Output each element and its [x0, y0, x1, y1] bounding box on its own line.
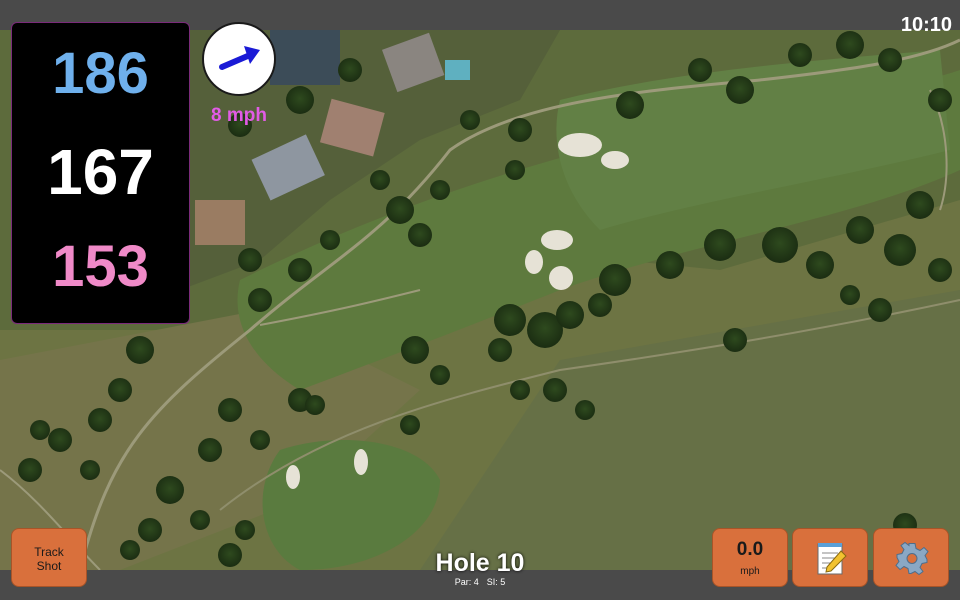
speed-unit: mph — [740, 566, 760, 577]
track-shot-label: Track Shot — [34, 545, 64, 573]
hole-title: Hole 10 — [435, 549, 525, 577]
yardage-panel: 186 167 153 — [11, 22, 190, 324]
hole-info: Par: 4 SI: 5 — [380, 577, 580, 587]
clock: 10:10 — [900, 14, 952, 36]
front-yardage: 153 — [52, 234, 149, 299]
hole-stroke-index: SI: 5 — [486, 577, 506, 587]
hole-par: Par: 4 — [454, 577, 479, 587]
back-yardage: 186 — [52, 41, 149, 106]
wind-speed: 8 mph — [211, 105, 267, 126]
track-shot-button[interactable]: Track Shot — [11, 528, 87, 587]
wind-direction-arrow-icon — [219, 46, 260, 70]
wind-indicator — [202, 22, 276, 96]
settings-button[interactable] — [873, 528, 949, 587]
speed-value: 0.0 — [736, 539, 764, 560]
middle-yardage: 167 — [47, 136, 154, 208]
gear-icon — [895, 541, 929, 576]
speed-button[interactable]: 0.0 mph — [712, 528, 788, 587]
notes-button[interactable] — [792, 528, 868, 587]
notepad-icon — [817, 543, 847, 575]
